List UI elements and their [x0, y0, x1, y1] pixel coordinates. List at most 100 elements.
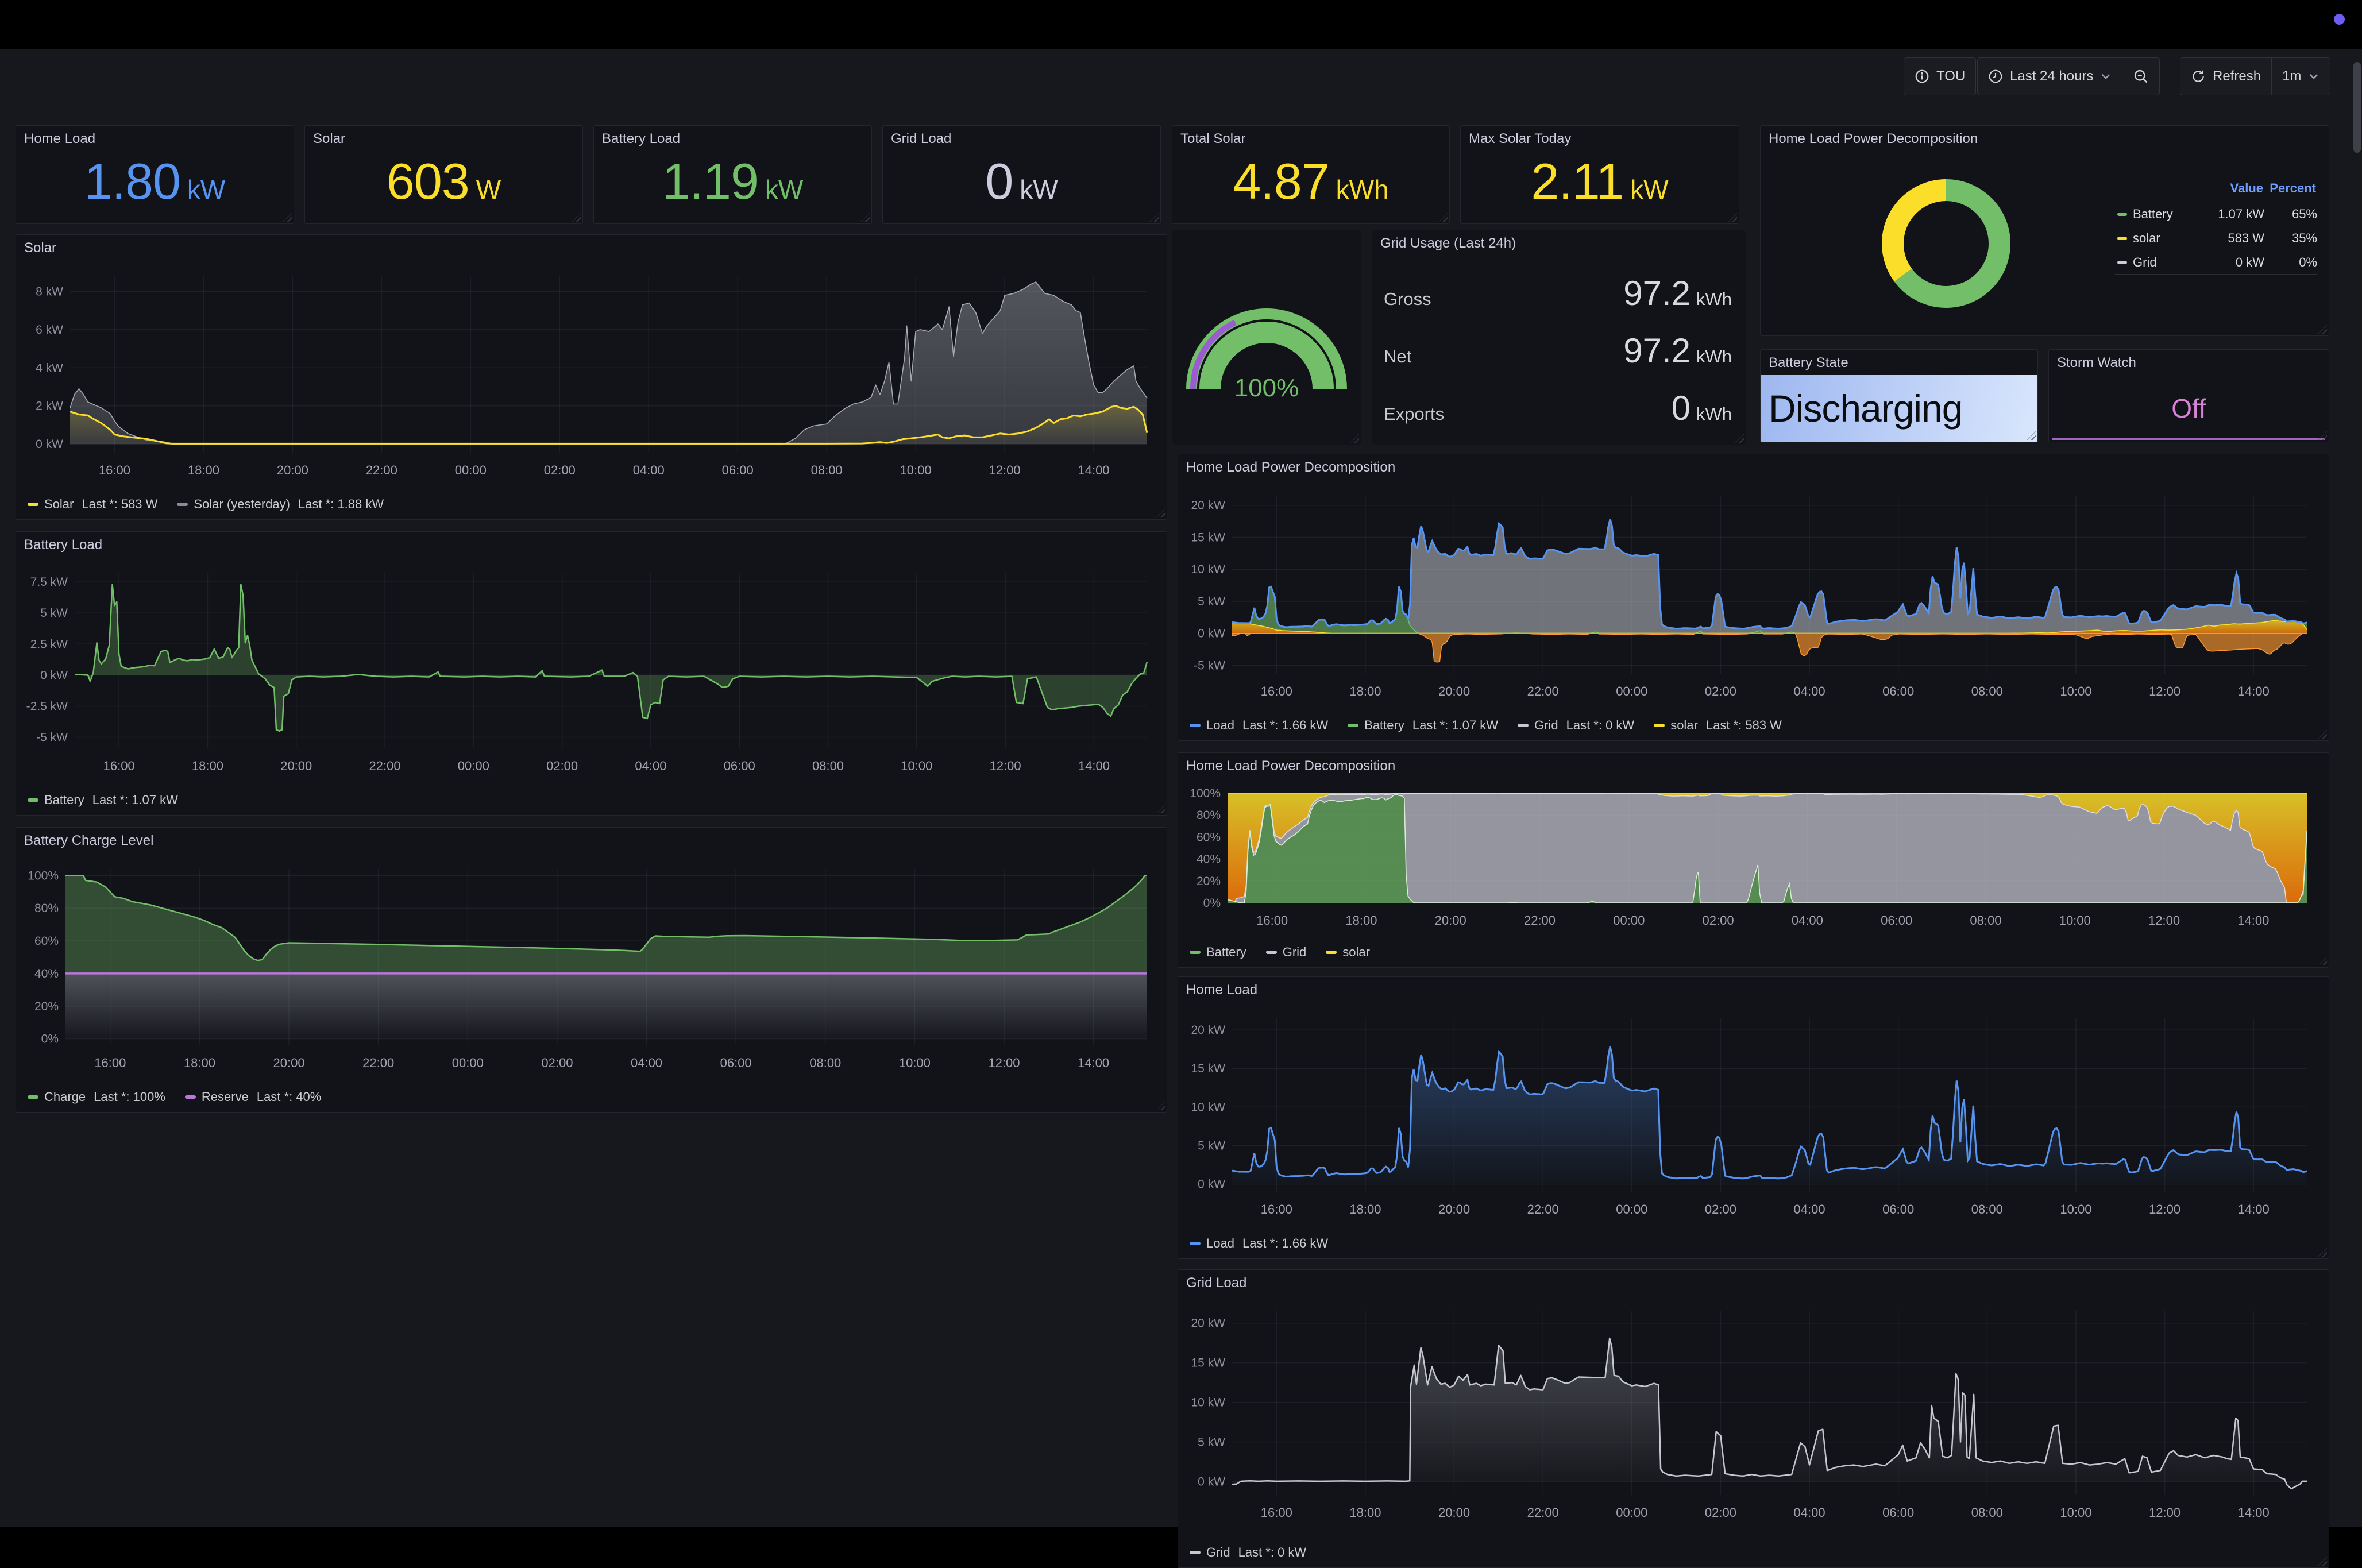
svg-text:22:00: 22:00: [369, 759, 401, 773]
panel-title[interactable]: Battery Load: [24, 537, 102, 553]
legend-item[interactable]: ReserveLast *: 40%: [185, 1090, 321, 1104]
legend-item[interactable]: SolarLast *: 583 W: [28, 497, 157, 512]
chart-plot[interactable]: 0 kW5 kW10 kW15 kW20 kW16:0018:0020:0022…: [1184, 1001, 2323, 1226]
panel-title[interactable]: Storm Watch: [2057, 355, 2136, 371]
svg-text:16:00: 16:00: [94, 1056, 126, 1070]
chart-plot[interactable]: -5 kW0 kW5 kW10 kW15 kW20 kW16:0018:0020…: [1184, 478, 2323, 708]
svg-text:00:00: 00:00: [1616, 1505, 1647, 1520]
svg-text:0%: 0%: [1203, 897, 1221, 910]
svg-text:14:00: 14:00: [1078, 1056, 1109, 1070]
svg-text:06:00: 06:00: [1882, 684, 1914, 698]
svg-text:20:00: 20:00: [1438, 684, 1470, 698]
time-range-picker[interactable]: Last 24 hours: [1977, 57, 2160, 95]
stat-value: 603: [387, 152, 469, 211]
panel-title[interactable]: Max Solar Today: [1469, 131, 1571, 147]
grid-usage-row-net: Net 97.2kWh: [1384, 331, 1732, 370]
legend-col-value[interactable]: Value: [2200, 181, 2263, 196]
tou-label: TOU: [1936, 68, 1965, 84]
panel-home-load-stat: Home Load 1.80 kW: [16, 125, 294, 224]
legend-item[interactable]: solarLast *: 583 W: [1654, 718, 1782, 733]
panel-title[interactable]: Battery State: [1769, 355, 1848, 371]
scrollbar-thumb[interactable]: [2353, 62, 2361, 153]
svg-text:10:00: 10:00: [2060, 1505, 2091, 1520]
svg-text:15 kW: 15 kW: [1191, 1062, 1225, 1075]
legend-item[interactable]: LoadLast *: 1.66 kW: [1190, 718, 1328, 733]
battery-load-chart-canvas[interactable]: -5 kW-2.5 kW0 kW2.5 kW5 kW7.5 kW16:0018:…: [22, 556, 1161, 812]
chart-plot[interactable]: 0%20%40%60%80%100%16:0018:0020:0022:0000…: [22, 852, 1161, 1080]
chevron-down-icon: [2308, 71, 2319, 82]
battery-swatch: [2117, 213, 2127, 216]
legend-item[interactable]: Grid: [1266, 945, 1307, 960]
legend-item[interactable]: GridLast *: 0 kW: [1518, 718, 1634, 733]
legend-row-grid[interactable]: Grid 0 kW 0%: [2115, 250, 2317, 275]
chart-legend: LoadLast *: 1.66 kW: [1184, 1229, 2323, 1258]
svg-text:5 kW: 5 kW: [1198, 1139, 1225, 1152]
panel-title[interactable]: Solar: [313, 131, 345, 147]
legend-item[interactable]: GridLast *: 0 kW: [1190, 1545, 1306, 1560]
svg-text:100%: 100%: [1190, 787, 1221, 800]
chart-plot[interactable]: 0%20%40%60%80%100%16:0018:0020:0022:0000…: [1184, 777, 2323, 935]
svg-text:20%: 20%: [1197, 875, 1221, 888]
legend-item[interactable]: Solar (yesterday)Last *: 1.88 kW: [177, 497, 384, 512]
panel-title[interactable]: Home Load: [24, 131, 95, 147]
panel-title[interactable]: Total Solar: [1180, 131, 1245, 147]
svg-text:22:00: 22:00: [362, 1056, 394, 1070]
legend-item[interactable]: ChargeLast *: 100%: [28, 1090, 165, 1104]
svg-text:04:00: 04:00: [1792, 913, 1823, 928]
svg-text:12:00: 12:00: [989, 463, 1021, 477]
chart-plot[interactable]: 0 kW5 kW10 kW15 kW20 kW16:0018:0020:0022…: [1184, 1294, 2323, 1535]
panel-title[interactable]: Home Load Power Decomposition: [1186, 758, 1395, 774]
chart-plot[interactable]: -5 kW-2.5 kW0 kW2.5 kW5 kW7.5 kW16:0018:…: [22, 556, 1161, 783]
legend-row-solar[interactable]: solar 583 W 35%: [2115, 226, 2317, 250]
refresh-picker[interactable]: Refresh 1m: [2180, 57, 2330, 95]
tou-button[interactable]: TOU: [1904, 57, 1976, 95]
donut-chart[interactable]: [1874, 172, 2018, 315]
panel-title[interactable]: Grid Load: [1186, 1275, 1246, 1291]
legend-item[interactable]: BatteryLast *: 1.07 kW: [28, 793, 178, 808]
chart-legend: SolarLast *: 583 W Solar (yesterday)Last …: [22, 490, 1161, 519]
zoom-out-button[interactable]: [2122, 58, 2159, 95]
svg-text:20:00: 20:00: [273, 1056, 305, 1070]
decomposition-percent-chart-canvas[interactable]: 0%20%40%60%80%100%16:0018:0020:0022:0000…: [1184, 777, 2323, 964]
svg-text:08:00: 08:00: [811, 463, 843, 477]
panel-title[interactable]: Grid Load: [891, 131, 951, 147]
legend-swatch: [1190, 1242, 1201, 1245]
time-range-button[interactable]: Last 24 hours: [1978, 58, 2122, 95]
panel-title[interactable]: Battery Charge Level: [24, 833, 153, 849]
grid-load-chart-canvas[interactable]: 0 kW5 kW10 kW15 kW20 kW16:0018:0020:0022…: [1184, 1294, 2323, 1564]
panel-title[interactable]: Home Load Power Decomposition: [1769, 131, 1978, 147]
refresh-button[interactable]: Refresh: [2180, 58, 2271, 95]
decomposition-stacked-chart-canvas[interactable]: -5 kW0 kW5 kW10 kW15 kW20 kW16:0018:0020…: [1184, 478, 2323, 737]
svg-text:00:00: 00:00: [1613, 913, 1645, 928]
legend-col-percent[interactable]: Percent: [2263, 181, 2316, 196]
legend-item[interactable]: LoadLast *: 1.66 kW: [1190, 1236, 1328, 1251]
svg-text:06:00: 06:00: [724, 759, 755, 773]
panel-title[interactable]: Home Load: [1186, 982, 1257, 998]
stat-value: 2.11: [1531, 152, 1623, 211]
panel-title[interactable]: Home Load Power Decomposition: [1186, 459, 1395, 476]
panel-title[interactable]: Grid Usage (Last 24h): [1380, 235, 1516, 252]
svg-text:20:00: 20:00: [1438, 1202, 1470, 1216]
panel-title[interactable]: Solar: [24, 240, 56, 256]
panel-title[interactable]: Battery Load: [602, 131, 680, 147]
solar-chart-canvas[interactable]: 0 kW2 kW4 kW6 kW8 kW16:0018:0020:0022:00…: [22, 259, 1161, 516]
panel-decomposition-stacked-chart: Home Load Power Decomposition -5 kW0 kW5…: [1178, 454, 2329, 741]
legend-row-battery[interactable]: Battery 1.07 kW 65%: [2115, 202, 2317, 226]
svg-text:00:00: 00:00: [452, 1056, 484, 1070]
svg-text:00:00: 00:00: [455, 463, 487, 477]
legend-item[interactable]: solar: [1326, 945, 1370, 960]
gauge-chart[interactable]: 100%: [1178, 271, 1356, 420]
svg-text:22:00: 22:00: [366, 463, 397, 477]
legend-item[interactable]: Battery: [1190, 945, 1246, 960]
home-load-chart-canvas[interactable]: 0 kW5 kW10 kW15 kW20 kW16:0018:0020:0022…: [1184, 1001, 2323, 1255]
battery-charge-chart-canvas[interactable]: 0%20%40%60%80%100%16:0018:0020:0022:0000…: [22, 852, 1161, 1109]
stat-unit: kWh: [1336, 174, 1389, 205]
legend-item[interactable]: BatteryLast *: 1.07 kW: [1348, 718, 1498, 733]
svg-text:16:00: 16:00: [1261, 1505, 1292, 1520]
svg-text:18:00: 18:00: [1349, 684, 1381, 698]
time-range-label: Last 24 hours: [2010, 68, 2093, 84]
chart-legend: GridLast *: 0 kW: [1184, 1538, 2323, 1567]
refresh-interval-button[interactable]: 1m: [2271, 58, 2330, 95]
svg-text:06:00: 06:00: [720, 1056, 752, 1070]
chart-plot[interactable]: 0 kW2 kW4 kW6 kW8 kW16:0018:0020:0022:00…: [22, 259, 1161, 487]
